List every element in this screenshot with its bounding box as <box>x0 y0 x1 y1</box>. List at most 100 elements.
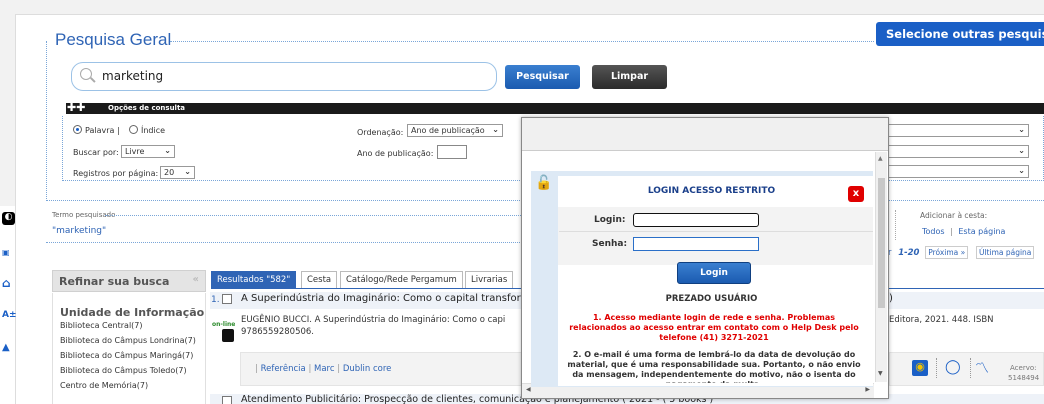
ordenacao-value: Ano de publicação <box>411 126 485 135</box>
result-links: | Referência | Marc | Dublin core <box>255 364 392 374</box>
cesta-label: Adicionar à cesta: <box>920 211 988 220</box>
unit-title: Unidade de Informação <box>60 306 205 319</box>
unit-item[interactable]: Biblioteca do Câmpus Londrina(7) <box>60 335 200 346</box>
tab-catalogo[interactable]: Catálogo/Rede Pergamum <box>340 271 463 288</box>
radio-off-icon <box>129 125 138 134</box>
unit-item[interactable]: Biblioteca Central(7) <box>60 320 200 331</box>
scroll-right-icon[interactable]: ▶ <box>865 386 870 393</box>
marc-link[interactable]: Marc <box>314 364 335 374</box>
referencia-link[interactable]: Referência <box>261 364 306 374</box>
online-label: on-line <box>212 321 236 328</box>
senha-input[interactable] <box>633 237 759 251</box>
tab-results[interactable]: Resultados "582" <box>211 271 297 288</box>
termo-bottom <box>46 242 524 243</box>
search-icon <box>80 68 92 80</box>
filter-select-3[interactable]: ⌄ <box>885 165 1029 178</box>
ano-label: Ano de publicação: <box>357 149 434 158</box>
scroll-top-icon[interactable]: ▲ <box>2 342 10 353</box>
radio-palavra-label: Palavra | <box>85 126 120 135</box>
radio-palavra[interactable]: Palavra | <box>73 125 120 135</box>
lock-icon[interactable] <box>222 329 234 342</box>
termo-divider <box>105 215 525 216</box>
location-pin-icon[interactable]: ◉ <box>912 360 928 376</box>
unit-item[interactable]: Biblioteca do Câmpus Toledo(7) <box>60 365 200 376</box>
frame-left <box>46 41 47 201</box>
plus-options-icon: ✚✚ <box>67 101 86 114</box>
prezado-usuario: PREZADO USUÁRIO <box>665 294 758 304</box>
options-header[interactable]: Opções de consulta <box>66 103 1044 114</box>
tab-cesta[interactable]: Cesta <box>301 271 338 288</box>
ordenacao-label: Ordenação: <box>357 128 404 137</box>
result-checkbox[interactable] <box>222 294 232 304</box>
stats-icon[interactable]: 〽 <box>975 358 989 378</box>
home-icon[interactable]: ⌂ <box>2 276 11 290</box>
tab-livrarias[interactable]: Livrarias <box>465 271 514 288</box>
unit-item[interactable]: Centro de Memória(7) <box>60 380 200 391</box>
scroll-down-icon[interactable]: ▼ <box>878 370 883 377</box>
dublin-core-link[interactable]: Dublin core <box>343 364 392 374</box>
font-size-icon[interactable]: A± <box>2 310 17 320</box>
search-button[interactable]: Pesquisar <box>505 65 580 89</box>
action-divider <box>936 358 937 378</box>
cesta-separator: | <box>950 227 953 236</box>
notice-2: 2. O e-mail é uma forma de lembrá-lo da … <box>567 350 861 383</box>
modal-scrollbar[interactable]: ▲ ▼ <box>875 152 887 382</box>
senha-label: Senha: <box>592 239 628 249</box>
scrollbar-thumb[interactable] <box>878 178 885 308</box>
collapse-icon[interactable]: « <box>193 274 199 285</box>
result-title-tail: ) <box>889 293 893 304</box>
select-other-searches-button[interactable]: Selecione outras pesquisas ⌄ <box>876 22 1044 46</box>
chevron-down-icon: ⌄ <box>184 167 191 176</box>
login-label: Login: <box>594 215 626 225</box>
filter-select-2[interactable]: ⌄ <box>885 145 1029 158</box>
login-button[interactable]: Login <box>677 262 751 284</box>
modal-top-bar <box>522 118 888 151</box>
result-title[interactable]: A Superindústria do Imaginário: Como o c… <box>241 293 536 304</box>
refine-header[interactable]: Refinar sua busca « <box>52 270 206 292</box>
chevron-down-icon: ⌄ <box>1018 125 1025 134</box>
radio-indice[interactable]: Índice <box>129 125 165 135</box>
buscar-por-value: Livre <box>125 147 145 156</box>
cesta-todos-link[interactable]: Todos <box>922 227 945 236</box>
search-input[interactable]: marketing <box>102 69 163 83</box>
clear-button[interactable]: Limpar <box>592 65 667 89</box>
unlock-icon: 🔓 <box>535 175 553 191</box>
filter-select-1[interactable]: ⌄ <box>885 124 1029 137</box>
chevron-down-icon: ⌄ <box>492 125 499 134</box>
chevron-down-icon: ⌄ <box>164 146 171 155</box>
scroll-up-icon[interactable]: ▲ <box>878 155 883 162</box>
close-button[interactable]: x <box>848 186 864 202</box>
registros-select[interactable]: 20 ⌄ <box>160 166 195 179</box>
accessibility-sidebar: ◐ ▣ ⌂ A± ▲ <box>0 206 17 404</box>
scroll-left-icon[interactable]: ◀ <box>526 386 531 393</box>
notice-2-clip: 2. O e-mail é uma forma de lembrá-lo da … <box>558 345 873 383</box>
chevron-down-icon: ⌄ <box>1018 146 1025 155</box>
map-icon[interactable]: ▣ <box>2 248 10 257</box>
chevron-down-icon: ⌄ <box>1018 166 1025 175</box>
action-divider <box>970 358 971 378</box>
refine-title: Refinar sua busca <box>59 275 170 288</box>
buscar-por-select[interactable]: Livre ⌄ <box>121 145 175 158</box>
unit-item[interactable]: Biblioteca do Câmpus Maringá(7) <box>60 350 200 361</box>
buscar-por-label: Buscar por: <box>73 148 119 157</box>
title-divider <box>170 41 874 42</box>
termo-value: "marketing" <box>52 226 107 236</box>
search-box[interactable]: marketing <box>71 62 497 91</box>
pagination: r 1-20 Próxima » Última página <box>888 246 1035 259</box>
result-number: 1. <box>211 295 220 305</box>
result-isbn: 9786559280506. <box>241 327 315 337</box>
result-citation-tail: Editora, 2021. 448. ISBN <box>889 315 994 325</box>
result-checkbox[interactable] <box>222 396 232 404</box>
pagination-range: 1-20 <box>898 248 920 258</box>
ordenacao-select[interactable]: Ano de publicação ⌄ <box>407 124 503 137</box>
radio-on-icon <box>73 125 82 134</box>
comment-icon[interactable]: ◯ <box>945 359 961 375</box>
ano-input[interactable] <box>437 145 467 159</box>
next-page-link[interactable]: Próxima » <box>925 246 969 259</box>
login-title: LOGIN ACESSO RESTRITO <box>647 186 776 196</box>
cesta-links: Todos | Esta página <box>922 227 1005 236</box>
login-input[interactable] <box>633 213 759 227</box>
cesta-esta-link[interactable]: Esta página <box>958 227 1005 236</box>
last-page-link[interactable]: Última página <box>975 246 1035 259</box>
contrast-icon[interactable]: ◐ <box>2 212 15 225</box>
